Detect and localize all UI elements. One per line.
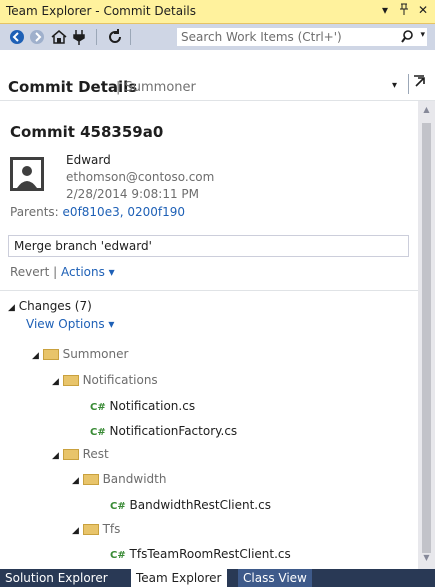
folder-icon — [62, 375, 79, 386]
header-dropdown-icon[interactable]: ▾ — [392, 80, 397, 91]
scroll-up-icon[interactable]: ▲ — [418, 105, 435, 114]
commit-details-panel: Commit 458359a0 Edward ethomson@contoso.… — [0, 101, 418, 569]
tree-item-folder[interactable]: ◢ Bandwidth — [72, 472, 166, 486]
refresh-icon[interactable] — [106, 28, 124, 46]
expand-icon[interactable]: ◢ — [52, 377, 59, 387]
tree-item-folder[interactable]: ◢ Notifications — [52, 373, 158, 387]
search-placeholder: Search Work Items (Ctrl+') — [181, 30, 342, 44]
commit-message: Merge branch 'edward' — [14, 239, 152, 253]
tree-item-label: Tfs — [102, 522, 121, 536]
csharp-file-icon: C# — [110, 501, 126, 512]
changes-label: Changes (7) — [18, 299, 92, 313]
commit-actions-row: Revert | Actions ▾ — [10, 265, 115, 279]
tab-solution-explorer[interactable]: Solution Explorer — [0, 569, 113, 587]
pin-button[interactable] — [397, 3, 411, 18]
tree-item-folder[interactable]: ◢ Tfs — [72, 522, 120, 536]
window-dropdown-button[interactable]: ▾ — [378, 3, 392, 17]
author-email: ethomson@contoso.com — [66, 170, 215, 184]
tree-item-file[interactable]: C# Notification.cs — [90, 399, 195, 413]
toolbar-separator — [130, 29, 131, 45]
parents-link[interactable]: e0f810e3, 0200f190 — [63, 205, 185, 219]
folder-icon — [82, 474, 99, 485]
tree-item-label: Notifications — [82, 373, 158, 387]
revert-link[interactable]: Revert — [10, 265, 49, 279]
back-icon[interactable] — [8, 28, 26, 46]
tab-class-view[interactable]: Class View — [238, 569, 312, 587]
vertical-scrollbar[interactable]: ▲ ▼ — [418, 101, 435, 569]
tab-team-explorer[interactable]: Team Explorer — [131, 569, 227, 587]
expand-icon[interactable]: ◢ — [72, 526, 79, 536]
search-input[interactable]: Search Work Items (Ctrl+') ▾ — [176, 27, 428, 47]
folder-icon — [82, 524, 99, 535]
csharp-file-icon: C# — [90, 402, 106, 413]
search-dropdown-icon[interactable]: ▾ — [420, 30, 425, 40]
user-avatar-icon — [10, 157, 44, 191]
tree-item-file[interactable]: C# TfsTeamRoomRestClient.cs — [110, 547, 291, 561]
dock-icon[interactable] — [408, 74, 429, 94]
tree-item-file[interactable]: C# NotificationFactory.cs — [90, 424, 237, 438]
tree-item-folder[interactable]: ◢ Rest — [52, 447, 109, 461]
tool-window-tabs: Solution Explorer Team Explorer Class Vi… — [0, 569, 435, 587]
tree-item-label: BandwidthRestClient.cs — [129, 498, 271, 512]
scroll-thumb[interactable] — [422, 123, 431, 553]
csharp-file-icon: C# — [90, 427, 106, 438]
expand-icon[interactable]: ◢ — [32, 351, 39, 361]
close-button[interactable]: ✕ — [416, 3, 430, 17]
search-icon[interactable] — [401, 30, 413, 47]
page-subtitle[interactable]: | Summoner — [116, 80, 196, 95]
folder-icon — [42, 349, 59, 360]
window-title: Team Explorer - Commit Details — [6, 4, 197, 18]
author-name[interactable]: Edward — [66, 153, 111, 167]
tree-item-label: Summoner — [62, 347, 129, 361]
actions-menu[interactable]: Actions ▾ — [61, 265, 115, 279]
toolbar-separator — [96, 29, 97, 45]
changes-header[interactable]: ◢ Changes (7) — [8, 299, 92, 313]
changes-divider — [0, 290, 418, 291]
pin-icon — [400, 3, 408, 15]
view-options-menu[interactable]: View Options ▾ — [26, 317, 114, 331]
tree-item-label: Bandwidth — [102, 472, 167, 486]
repo-name: Summoner — [124, 80, 196, 95]
tree-item-folder[interactable]: ◢ Summoner — [32, 347, 128, 361]
parents-label: Parents: — [10, 205, 59, 219]
tree-item-label: TfsTeamRoomRestClient.cs — [129, 547, 291, 561]
title-bar: Team Explorer - Commit Details ▾ ✕ — [0, 0, 435, 24]
page-header: Commit Details | Summoner ▾ — [0, 50, 435, 100]
expand-icon[interactable]: ◢ — [52, 451, 59, 461]
header-separator: | — [116, 80, 121, 95]
collapse-icon[interactable]: ◢ — [8, 303, 15, 313]
tree-item-label: NotificationFactory.cs — [109, 424, 238, 438]
tree-item-label: Notification.cs — [109, 399, 196, 413]
toolbar: Search Work Items (Ctrl+') ▾ — [0, 24, 435, 50]
commit-message-box[interactable]: Merge branch 'edward' — [8, 235, 409, 257]
actions-separator: | — [53, 265, 58, 279]
parents-row: Parents: e0f810e3, 0200f190 — [10, 205, 185, 219]
expand-icon[interactable]: ◢ — [72, 476, 79, 486]
folder-icon — [62, 449, 79, 460]
commit-heading: Commit 458359a0 — [10, 123, 164, 141]
scroll-down-icon[interactable]: ▼ — [418, 553, 435, 562]
home-icon[interactable] — [50, 28, 68, 46]
forward-icon[interactable] — [28, 28, 46, 46]
csharp-file-icon: C# — [110, 550, 126, 561]
tree-item-label: Rest — [82, 447, 109, 461]
tree-item-file[interactable]: C# BandwidthRestClient.cs — [110, 498, 271, 512]
commit-date: 2/28/2014 9:08:11 PM — [66, 187, 200, 201]
connect-icon[interactable] — [70, 28, 88, 46]
